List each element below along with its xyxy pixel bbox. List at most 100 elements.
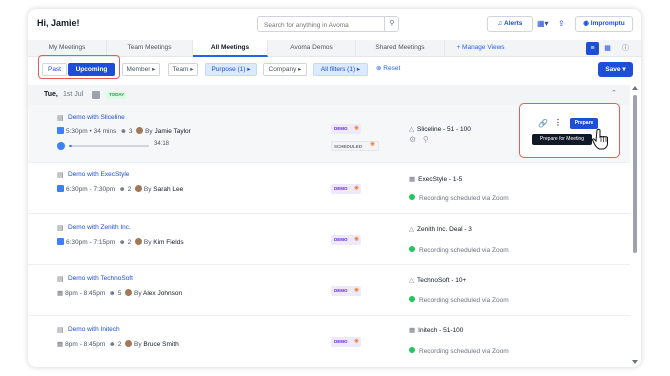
row-action-icons: ⚙ ⚲ bbox=[409, 135, 429, 144]
tab-shared-meetings[interactable]: Shared Meetings bbox=[356, 40, 445, 57]
search-icon[interactable]: ⚲ bbox=[384, 16, 399, 32]
scroll-thumb[interactable] bbox=[633, 95, 637, 253]
scroll-up-icon[interactable] bbox=[632, 86, 638, 90]
impromptu-button[interactable]: ◉ Impromptu bbox=[575, 16, 633, 32]
meeting-doc-icon: ▤ bbox=[57, 276, 64, 283]
bell-icon: ♫ bbox=[497, 20, 503, 27]
date-value: 1st Jul bbox=[63, 91, 84, 98]
header: Hi, Jamie! ⚲ ♫ Alerts ▦▾ ⇪ ◉ Impromptu bbox=[28, 9, 641, 40]
meeting-doc-icon: ▤ bbox=[57, 172, 64, 179]
attendees-icon: ☻ bbox=[119, 128, 127, 135]
tab-team-meetings[interactable]: Team Meetings bbox=[107, 40, 193, 57]
scroll-down-icon[interactable] bbox=[632, 360, 638, 364]
reset-icon: ⊗ bbox=[376, 65, 382, 72]
progress-duration: 34:18 bbox=[154, 141, 170, 147]
hubspot-icon: ✳ bbox=[369, 142, 375, 148]
upload-icon[interactable]: ⇪ bbox=[558, 16, 565, 32]
help-icon[interactable]: ⓘ bbox=[619, 42, 632, 55]
meeting-meta: 5:30pm • 34 mins ☻ 3 By Jamie Taylor bbox=[57, 127, 191, 135]
team-filter[interactable]: Team ▸ bbox=[168, 63, 198, 76]
location-icon[interactable]: ⚲ bbox=[423, 135, 429, 144]
meeting-meta: 6:30pm - 7:30pm ☻ 2 By Sarah Lee bbox=[57, 185, 183, 193]
meeting-row[interactable]: ▤ Demo with Zenith Inc. 6:30pm - 7:15pm … bbox=[28, 214, 630, 265]
meeting-doc-icon: ▤ bbox=[57, 327, 64, 334]
attendees-icon: ☻ bbox=[108, 341, 116, 348]
purpose-filter[interactable]: Purpose (1) ▸ bbox=[205, 63, 257, 76]
hubspot-icon: ✳ bbox=[353, 186, 359, 192]
demo-tag: DEMO ✳ bbox=[331, 286, 361, 296]
past-toggle[interactable]: Past bbox=[42, 63, 67, 76]
meeting-row[interactable]: ▤ Demo with Initech ▦ 8pm - 8:45pm ☻ 2 By … bbox=[28, 316, 630, 367]
all-filters-button[interactable]: All filters (1) ▸ bbox=[313, 63, 368, 76]
tab-all-meetings[interactable]: All Meetings bbox=[193, 40, 268, 57]
calendar-dropdown-icon[interactable]: ▦▾ bbox=[537, 16, 549, 32]
scrollbar[interactable] bbox=[630, 85, 641, 367]
status-dot-icon bbox=[409, 296, 415, 302]
meeting-title[interactable]: Demo with ExecStyle bbox=[68, 171, 129, 178]
date-weekday: Tue, bbox=[44, 91, 58, 98]
attendees-icon: ☻ bbox=[118, 239, 126, 246]
hubspot-icon: ✳ bbox=[353, 126, 359, 132]
add-participant-icon[interactable]: ⚙ bbox=[409, 135, 416, 144]
meeting-title[interactable]: Demo with Initech bbox=[68, 326, 120, 333]
progress-track[interactable] bbox=[69, 145, 149, 147]
deal-icon: △ bbox=[409, 126, 414, 133]
today-badge: TODAY bbox=[106, 91, 128, 99]
progress-fill bbox=[69, 145, 73, 147]
meeting-title[interactable]: Demo with TechnoSoft bbox=[68, 275, 133, 282]
avatar bbox=[136, 127, 144, 134]
deal-icon: △ bbox=[409, 277, 414, 284]
avatar bbox=[134, 185, 142, 192]
calendar-icon bbox=[57, 127, 64, 134]
company-filter[interactable]: Company ▸ bbox=[263, 63, 307, 76]
view-tabs: My Meetings Team Meetings All Meetings A… bbox=[28, 40, 641, 57]
deal-name[interactable]: △ TechnoSoft - 10+ bbox=[409, 276, 466, 284]
deal-name[interactable]: △ Sliceline - 51 - 100 bbox=[409, 125, 471, 133]
status-dot-icon bbox=[409, 347, 415, 353]
building-icon: ▦ bbox=[409, 176, 416, 183]
recording-status: Recording scheduled via Zoom bbox=[409, 347, 509, 355]
reset-link[interactable]: ⊗ Reset bbox=[376, 64, 400, 72]
deal-name[interactable]: △ Zenith Inc. Deal - 3 bbox=[409, 225, 472, 233]
calendar-icon bbox=[57, 238, 64, 245]
alerts-button[interactable]: ♫ Alerts bbox=[487, 16, 533, 32]
member-filter[interactable]: Member ▸ bbox=[122, 63, 160, 76]
meeting-title[interactable]: Demo with Sliceline bbox=[68, 114, 125, 121]
status-dot-icon bbox=[409, 194, 415, 200]
hubspot-icon: ✳ bbox=[353, 339, 359, 345]
tab-avoma-demos[interactable]: Avoma Demos bbox=[268, 40, 356, 57]
meeting-meta: ▦ 8pm - 8:45pm ☻ 5 By Alex Johnson bbox=[57, 289, 183, 297]
deal-name[interactable]: ▦ ExecStyle - 1-5 bbox=[409, 175, 462, 183]
attendees-icon: ☻ bbox=[108, 290, 116, 297]
avatar bbox=[124, 340, 132, 347]
building-icon: ▦ bbox=[409, 327, 416, 334]
deal-name[interactable]: ▦ Initech - 51-100 bbox=[409, 326, 463, 334]
link-icon[interactable]: 🔗 bbox=[538, 119, 548, 128]
avatar bbox=[124, 289, 132, 296]
list-view-icon[interactable]: ≡ bbox=[586, 42, 599, 55]
avatar bbox=[134, 238, 142, 245]
demo-tag: DEMO ✳ bbox=[331, 124, 361, 134]
meeting-title[interactable]: Demo with Zenith Inc. bbox=[68, 224, 131, 231]
search-input[interactable] bbox=[257, 16, 399, 32]
hand-cursor-icon bbox=[591, 128, 608, 150]
calendar-icon: ▦ bbox=[57, 341, 64, 348]
meeting-row[interactable]: ▤ Demo with TechnoSoft ▦ 8pm - 8:45pm ☻ 5 … bbox=[28, 265, 630, 316]
meeting-row[interactable]: ▤ Demo with ExecStyle 6:30pm - 7:30pm ☻ 2… bbox=[28, 163, 630, 214]
more-options-icon[interactable]: ⋮ bbox=[554, 118, 562, 127]
save-button[interactable]: Save ▾ bbox=[598, 62, 633, 77]
collapse-chevron-icon[interactable]: ⌃ bbox=[611, 89, 617, 97]
demo-tag: DEMO ✳ bbox=[331, 235, 361, 245]
recording-status: Recording scheduled via Zoom bbox=[409, 194, 509, 202]
meeting-meta: 6:30pm - 7:15pm ☻ 2 By Kim Fields bbox=[57, 238, 184, 246]
calendar-view-icon[interactable]: ▦ bbox=[601, 42, 614, 55]
meeting-doc-icon: ▤ bbox=[57, 115, 64, 122]
calendar-icon bbox=[92, 91, 100, 99]
manage-views-link[interactable]: + Manage Views bbox=[445, 40, 516, 57]
meeting-doc-icon: ▤ bbox=[57, 225, 64, 232]
upcoming-toggle[interactable]: Upcoming bbox=[68, 63, 115, 76]
calendar-icon: ▦ bbox=[57, 290, 64, 297]
demo-tag: DEMO ✳ bbox=[331, 337, 361, 347]
deal-icon: △ bbox=[409, 226, 414, 233]
play-icon[interactable] bbox=[57, 142, 65, 150]
